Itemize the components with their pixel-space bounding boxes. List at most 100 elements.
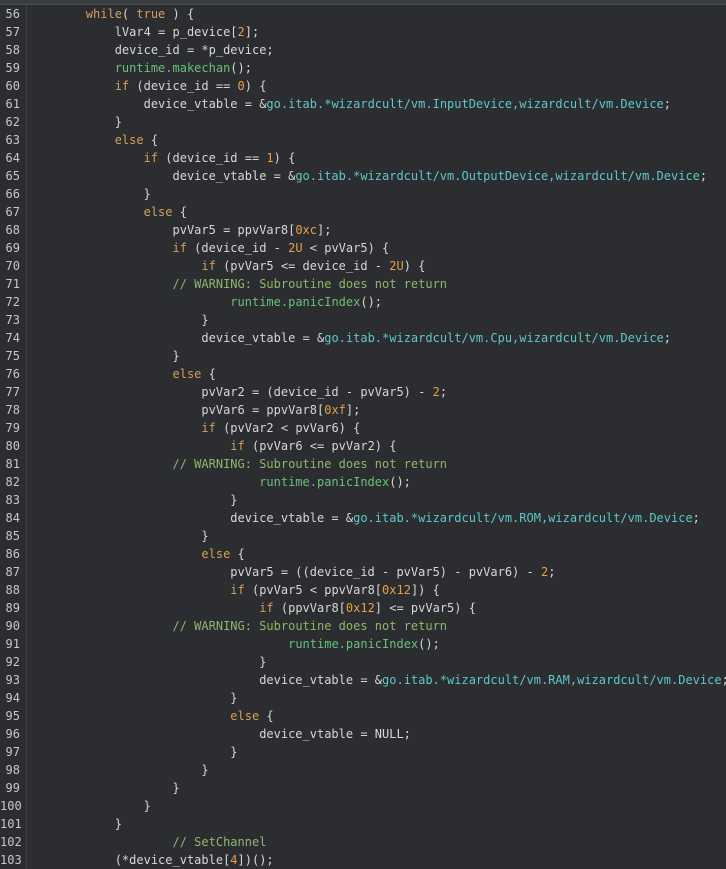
code-line[interactable]: 90 // WARNING: Subroutine does not retur… [0, 617, 726, 635]
code-text[interactable]: pvVar5 = ppvVar8[0xc]; [28, 221, 331, 239]
code-text[interactable]: } [28, 311, 208, 329]
code-line[interactable]: 57 lVar4 = p_device[2]; [0, 23, 726, 41]
code-text[interactable]: lVar4 = p_device[2]; [28, 23, 260, 41]
code-text[interactable]: runtime.makechan(); [28, 59, 252, 77]
code-text[interactable]: if (pvVar5 <= device_id - 2U) { [28, 257, 425, 275]
code-line[interactable]: 80 if (pvVar6 <= pvVar2) { [0, 437, 726, 455]
code-line[interactable]: 62 } [0, 113, 726, 131]
code-text[interactable]: } [28, 491, 237, 509]
code-text[interactable]: device_vtable = NULL; [28, 725, 411, 743]
code-line[interactable]: 79 if (pvVar2 < pvVar6) { [0, 419, 726, 437]
code-text[interactable]: // SetChannel [28, 833, 267, 851]
code-text[interactable]: } [28, 779, 179, 797]
code-text[interactable]: // WARNING: Subroutine does not return [28, 275, 448, 293]
code-text[interactable]: if (pvVar6 <= pvVar2) { [28, 437, 396, 455]
code-line[interactable]: 101 } [0, 815, 726, 833]
code-line[interactable]: 94 } [0, 689, 726, 707]
code-text[interactable]: } [28, 527, 208, 545]
code-line[interactable]: 99 } [0, 779, 726, 797]
code-line[interactable]: 68 pvVar5 = ppvVar8[0xc]; [0, 221, 726, 239]
code-text[interactable]: else { [28, 131, 158, 149]
code-text[interactable]: if (pvVar5 < ppvVar8[0x12]) { [28, 581, 440, 599]
code-line[interactable]: 61 device_vtable = &go.itab.*wizardcult/… [0, 95, 726, 113]
code-line[interactable]: 65 device_vtable = &go.itab.*wizardcult/… [0, 167, 726, 185]
code-text[interactable]: } [28, 797, 151, 815]
code-text[interactable]: else { [28, 365, 216, 383]
code-text[interactable]: // WARNING: Subroutine does not return [28, 617, 448, 635]
code-line[interactable]: 67 else { [0, 203, 726, 221]
code-line[interactable]: 93 device_vtable = &go.itab.*wizardcult/… [0, 671, 726, 689]
code-line[interactable]: 64 if (device_id == 1) { [0, 149, 726, 167]
code-line[interactable]: 87 pvVar5 = ((device_id - pvVar5) - pvVa… [0, 563, 726, 581]
code-text[interactable]: while( true ) { [28, 5, 194, 23]
code-text[interactable]: runtime.panicIndex(); [28, 473, 411, 491]
code-line[interactable]: 98 } [0, 761, 726, 779]
code-text[interactable]: } [28, 743, 237, 761]
code-line[interactable]: 92 } [0, 653, 726, 671]
code-text[interactable]: if (ppvVar8[0x12] <= pvVar5) { [28, 599, 476, 617]
code-text[interactable]: } [28, 185, 151, 203]
code-text[interactable]: } [28, 653, 266, 671]
code-text[interactable]: device_vtable = &go.itab.*wizardcult/vm.… [28, 95, 671, 113]
code-line[interactable]: 89 if (ppvVar8[0x12] <= pvVar5) { [0, 599, 726, 617]
code-line[interactable]: 82 runtime.panicIndex(); [0, 473, 726, 491]
code-text[interactable]: if (device_id == 0) { [28, 77, 267, 95]
code-line[interactable]: 81 // WARNING: Subroutine does not retur… [0, 455, 726, 473]
code-text[interactable]: // WARNING: Subroutine does not return [28, 455, 448, 473]
code-line[interactable]: 97 } [0, 743, 726, 761]
code-line[interactable]: 85 } [0, 527, 726, 545]
code-line[interactable]: 102 // SetChannel [0, 833, 726, 851]
code-text[interactable]: pvVar5 = ((device_id - pvVar5) - pvVar6)… [28, 563, 555, 581]
code-line[interactable]: 59 runtime.makechan(); [0, 59, 726, 77]
code-line[interactable]: 70 if (pvVar5 <= device_id - 2U) { [0, 257, 726, 275]
code-text[interactable]: runtime.panicIndex(); [28, 635, 440, 653]
code-line[interactable]: 78 pvVar6 = ppvVar8[0xf]; [0, 401, 726, 419]
code-text[interactable]: if (device_id == 1) { [28, 149, 296, 167]
code-text[interactable]: device_vtable = &go.itab.*wizardcult/vm.… [28, 329, 671, 347]
code-text[interactable]: if (pvVar2 < pvVar6) { [28, 419, 360, 437]
code-line[interactable]: 96 device_vtable = NULL; [0, 725, 726, 743]
code-line[interactable]: 63 else { [0, 131, 726, 149]
code-line[interactable]: 77 pvVar2 = (device_id - pvVar5) - 2; [0, 383, 726, 401]
code-line[interactable]: 58 device_id = *p_device; [0, 41, 726, 59]
code-text[interactable]: } [28, 761, 208, 779]
code-text[interactable]: } [28, 113, 122, 131]
code-line[interactable]: 103 (*device_vtable[4])(); [0, 851, 726, 869]
code-text[interactable]: device_id = *p_device; [28, 41, 274, 59]
code-line[interactable]: 56 while( true ) { [0, 5, 726, 23]
code-line[interactable]: 60 if (device_id == 0) { [0, 77, 726, 95]
code-line[interactable]: 69 if (device_id - 2U < pvVar5) { [0, 239, 726, 257]
code-text[interactable]: device_vtable = &go.itab.*wizardcult/vm.… [28, 671, 726, 689]
code-editor[interactable]: 56 while( true ) {57 lVar4 = p_device[2]… [0, 0, 726, 869]
code-text[interactable]: else { [28, 203, 187, 221]
code-line[interactable]: 83 } [0, 491, 726, 509]
code-text[interactable]: } [28, 689, 237, 707]
code-line[interactable]: 100 } [0, 797, 726, 815]
code-token: (pvVar5 < ppvVar8[ [244, 583, 383, 597]
code-line[interactable]: 88 if (pvVar5 < ppvVar8[0x12]) { [0, 581, 726, 599]
code-line[interactable]: 66 } [0, 185, 726, 203]
code-line[interactable]: 86 else { [0, 545, 726, 563]
code-line[interactable]: 74 device_vtable = &go.itab.*wizardcult/… [0, 329, 726, 347]
code-text[interactable]: (*device_vtable[4])(); [28, 851, 274, 869]
code-text[interactable]: } [28, 347, 179, 365]
code-text[interactable]: runtime.panicIndex(); [28, 293, 382, 311]
code-line[interactable]: 95 else { [0, 707, 726, 725]
code-line[interactable]: 76 else { [0, 365, 726, 383]
code-area[interactable]: 56 while( true ) {57 lVar4 = p_device[2]… [0, 5, 726, 869]
code-text[interactable]: if (device_id - 2U < pvVar5) { [28, 239, 390, 257]
code-line[interactable]: 72 runtime.panicIndex(); [0, 293, 726, 311]
code-text[interactable]: else { [28, 545, 244, 563]
code-line[interactable]: 91 runtime.panicIndex(); [0, 635, 726, 653]
code-line[interactable]: 75 } [0, 347, 726, 365]
code-line[interactable]: 84 device_vtable = &go.itab.*wizardcult/… [0, 509, 726, 527]
code-token: true [136, 7, 166, 21]
code-line[interactable]: 71 // WARNING: Subroutine does not retur… [0, 275, 726, 293]
code-text[interactable]: device_vtable = &go.itab.*wizardcult/vm.… [28, 167, 707, 185]
code-text[interactable]: device_vtable = &go.itab.*wizardcult/vm.… [28, 509, 700, 527]
code-text[interactable]: pvVar2 = (device_id - pvVar5) - 2; [28, 383, 447, 401]
code-text[interactable]: else { [28, 707, 273, 725]
code-text[interactable]: } [28, 815, 122, 833]
code-line[interactable]: 73 } [0, 311, 726, 329]
code-text[interactable]: pvVar6 = ppvVar8[0xf]; [28, 401, 360, 419]
